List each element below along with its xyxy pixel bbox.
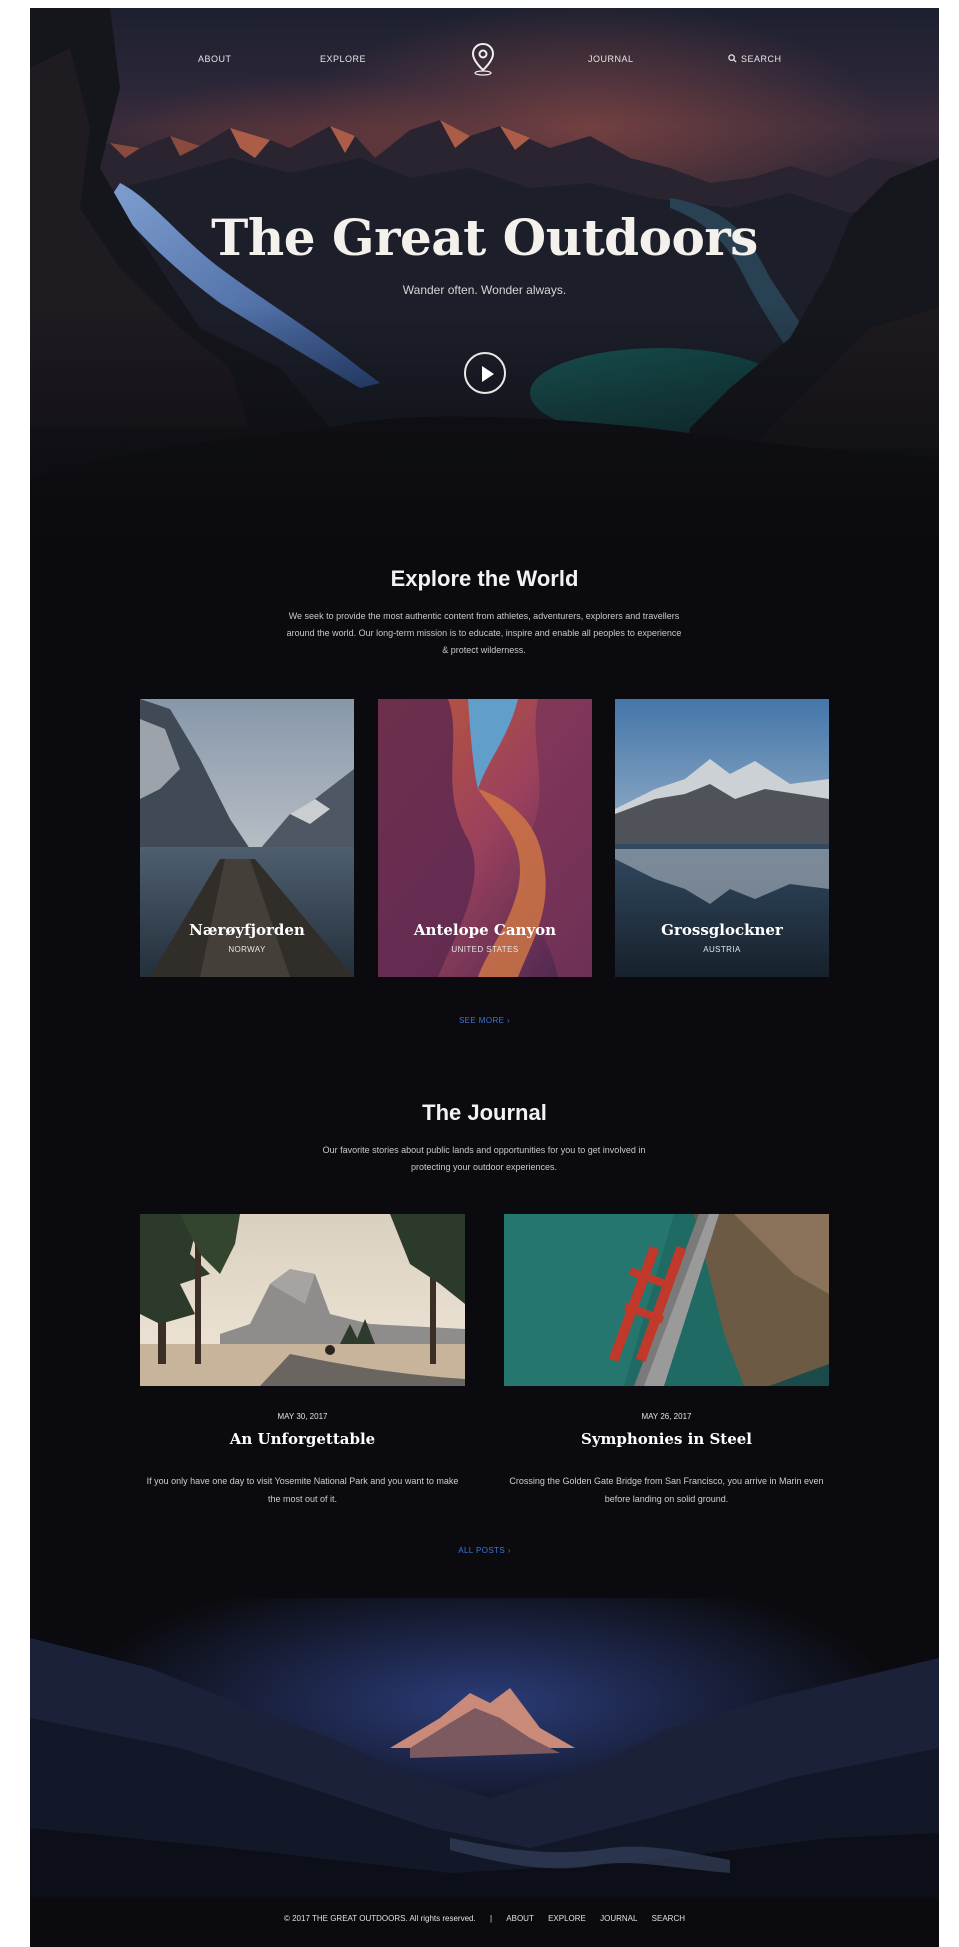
- footer-link-about[interactable]: ABOUT: [506, 1914, 534, 1923]
- post-image: [140, 1214, 465, 1386]
- place-card-naeroyfjorden[interactable]: Nærøyfjorden NORWAY: [140, 699, 354, 977]
- map-pin-icon[interactable]: [468, 42, 498, 76]
- footer-link-journal[interactable]: JOURNAL: [600, 1914, 637, 1923]
- nav-search-label: SEARCH: [741, 54, 782, 64]
- footer-separator: |: [489, 1914, 493, 1923]
- post-excerpt: Crossing the Golden Gate Bridge from San…: [509, 1476, 824, 1504]
- hero-title: The Great Outdoors: [211, 208, 758, 267]
- journal-title: The Journal: [422, 1100, 547, 1125]
- top-nav: ABOUT EXPLORE JOURNAL SEARCH: [30, 42, 939, 76]
- nav-search[interactable]: SEARCH: [728, 54, 782, 64]
- hero-landscape-image: [30, 8, 939, 548]
- bottom-mountain-image: [30, 1598, 939, 1898]
- place-name: Grossglockner: [661, 921, 783, 939]
- footer: © 2017 THE GREAT OUTDOORS. All rights re…: [30, 1914, 939, 1923]
- place-country: UNITED STATES: [451, 945, 519, 954]
- play-button[interactable]: [464, 352, 506, 394]
- post-image: [504, 1214, 829, 1386]
- post-date: MAY 30, 2017: [277, 1412, 328, 1421]
- footer-link-explore[interactable]: EXPLORE: [548, 1914, 586, 1923]
- post-excerpt: If you only have one day to visit Yosemi…: [146, 1476, 459, 1504]
- hero-section: ABOUT EXPLORE JOURNAL SEARCH The Great O…: [30, 8, 939, 548]
- explore-title: Explore the World: [390, 566, 579, 591]
- journal-description: Our favorite stories about public lands …: [322, 1145, 646, 1172]
- footer-link-search[interactable]: SEARCH: [652, 1914, 685, 1923]
- place-country: AUSTRIA: [703, 945, 741, 954]
- place-card-grossglockner[interactable]: Grossglockner AUSTRIA: [615, 699, 829, 977]
- see-more-link[interactable]: SEE MORE ›: [30, 1016, 939, 1025]
- nav-journal[interactable]: JOURNAL: [588, 54, 634, 64]
- post-title: An Unforgettable: [229, 1430, 376, 1448]
- post-title: Symphonies in Steel: [580, 1430, 752, 1448]
- place-name: Antelope Canyon: [413, 921, 557, 939]
- page: ABOUT EXPLORE JOURNAL SEARCH The Great O…: [30, 8, 939, 1947]
- hero-subtitle: Wander often. Wonder always.: [402, 283, 567, 297]
- footer-copyright: © 2017 THE GREAT OUTDOORS. All rights re…: [283, 1914, 476, 1923]
- all-posts-link[interactable]: ALL POSTS ›: [30, 1546, 939, 1555]
- explore-description: We seek to provide the most authentic co…: [286, 611, 682, 655]
- journal-post-yosemite[interactable]: MAY 30, 2017 An Unforgettable If you onl…: [140, 1214, 465, 1508]
- post-date: MAY 26, 2017: [641, 1412, 692, 1421]
- place-country: NORWAY: [228, 945, 266, 954]
- yosemite-image: [140, 1214, 465, 1386]
- nav-about[interactable]: ABOUT: [198, 54, 232, 64]
- golden-gate-image: [504, 1214, 829, 1386]
- search-icon: [728, 54, 737, 63]
- nav-explore[interactable]: EXPLORE: [320, 54, 366, 64]
- journal-post-golden-gate[interactable]: MAY 26, 2017 Symphonies in Steel Crossin…: [504, 1214, 829, 1508]
- place-card-antelope-canyon[interactable]: Antelope Canyon UNITED STATES: [378, 699, 592, 977]
- place-name: Nærøyfjorden: [189, 921, 305, 939]
